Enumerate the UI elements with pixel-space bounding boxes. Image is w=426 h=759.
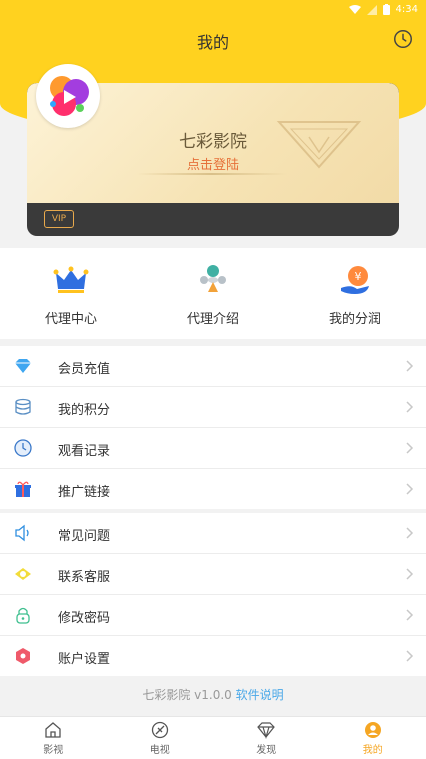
card-divider <box>137 173 287 175</box>
tab-label: 影视 <box>43 745 64 756</box>
menu-item-change-password[interactable]: 修改密码 <box>0 595 426 636</box>
gift-icon <box>15 481 31 497</box>
page-title: 我的 <box>196 33 229 52</box>
speaker-icon <box>15 524 29 542</box>
menu-label: 账户设置 <box>58 652 111 667</box>
version-text: 七彩影院 v1.0.0 <box>142 688 236 702</box>
title-bar: 我的 <box>0 26 426 52</box>
chevron-right-icon <box>406 483 414 495</box>
quick-agent-center[interactable]: 代理中心 <box>0 248 142 339</box>
login-link[interactable]: 点击登陆 <box>27 154 399 173</box>
coins-icon <box>15 398 31 415</box>
menu-item-vip-recharge[interactable]: 会员充值 <box>0 346 426 387</box>
chevron-right-icon <box>406 568 414 580</box>
battery-icon <box>382 4 390 15</box>
menu-group-support: 常见问题 联系客服 修改密码 账户设置 <box>0 513 426 676</box>
app-logo-icon <box>38 66 98 126</box>
tab-label: 电视 <box>149 745 170 756</box>
status-time: 4:34 <box>395 4 418 15</box>
quick-label: 我的分润 <box>328 312 381 327</box>
menu-item-faq[interactable]: 常见问题 <box>0 513 426 554</box>
lock-icon <box>16 607 30 624</box>
quick-my-profit[interactable]: ¥ 我的分润 <box>284 248 426 339</box>
signal-icon <box>366 4 377 15</box>
diamond-icon <box>15 359 31 373</box>
menu-item-account-settings[interactable]: 账户设置 <box>0 636 426 676</box>
tab-discover[interactable]: 发现 <box>213 717 320 759</box>
user-icon <box>364 722 381 738</box>
menu-label: 常见问题 <box>58 529 111 544</box>
chevron-right-icon <box>406 401 414 413</box>
menu-label: 观看记录 <box>58 444 111 459</box>
menu-item-watch-history[interactable]: 观看记录 <box>0 428 426 469</box>
menu-label: 我的积分 <box>58 403 111 418</box>
menu-label: 修改密码 <box>58 611 111 626</box>
version-footer: 七彩影院 v1.0.0 软件说明 <box>0 686 426 703</box>
hourglass-icon <box>200 265 226 292</box>
menu-item-promo-link[interactable]: 推广链接 <box>0 469 426 509</box>
hexagon-icon <box>16 648 30 664</box>
avatar[interactable] <box>36 64 100 128</box>
tv-icon <box>151 721 168 739</box>
quick-label: 代理中心 <box>44 312 97 327</box>
tab-tv[interactable]: 电视 <box>107 717 214 759</box>
chevron-right-icon <box>406 650 414 662</box>
status-bar: 4:34 <box>0 0 426 20</box>
menu-group-account: 会员充值 我的积分 观看记录 推广链接 <box>0 346 426 509</box>
tab-movies[interactable]: 影视 <box>0 717 107 759</box>
chevron-right-icon <box>406 442 414 454</box>
crown-icon <box>53 266 89 293</box>
menu-label: 推广链接 <box>58 485 111 500</box>
card-brand-name: 七彩影院 <box>179 132 247 152</box>
eye-icon <box>15 568 31 580</box>
chevron-right-icon <box>406 609 414 621</box>
bottom-tab-bar: 影视 电视 发现 我的 <box>0 716 426 759</box>
tab-mine[interactable]: 我的 <box>320 717 426 759</box>
yuan-hand-icon: ¥ <box>341 266 369 294</box>
diamond-outline-icon <box>257 722 276 739</box>
clock-icon <box>14 439 32 457</box>
tab-label: 发现 <box>256 745 277 756</box>
svg-text:¥: ¥ <box>355 270 362 283</box>
menu-item-my-points[interactable]: 我的积分 <box>0 387 426 428</box>
quick-actions: 代理中心 代理介绍 ¥ 我的分润 <box>0 248 426 339</box>
menu-label: 联系客服 <box>58 570 111 585</box>
menu-label: 会员充值 <box>58 362 111 377</box>
history-clock-icon[interactable] <box>392 28 414 50</box>
tab-label: 我的 <box>362 745 383 756</box>
home-icon <box>45 722 61 738</box>
vip-badge: VIP <box>44 210 74 228</box>
menu-item-customer-service[interactable]: 联系客服 <box>0 554 426 595</box>
quick-label: 代理介绍 <box>186 312 239 327</box>
quick-agent-intro[interactable]: 代理介绍 <box>142 248 284 339</box>
chevron-right-icon <box>406 360 414 372</box>
wifi-icon <box>348 4 361 14</box>
chevron-right-icon <box>406 527 414 539</box>
software-info-link[interactable]: 软件说明 <box>236 688 284 702</box>
